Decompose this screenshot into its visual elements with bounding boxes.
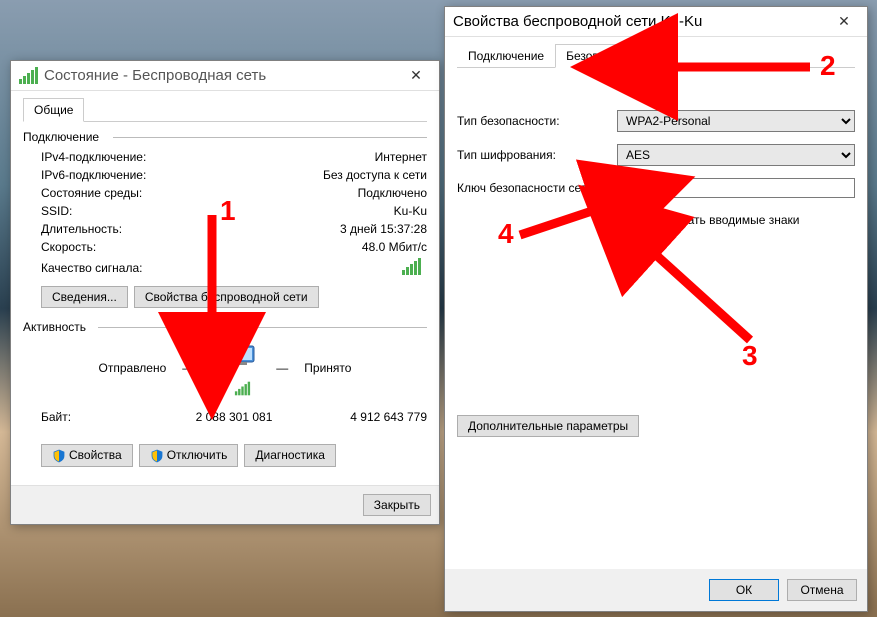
- shield-icon: [150, 449, 164, 463]
- network-key-input[interactable]: [617, 178, 855, 198]
- props-title: Свойства беспроводной сети Ku-Ku: [453, 13, 829, 30]
- close-icon[interactable]: ✕: [401, 66, 431, 86]
- encryption-label: Тип шифрования:: [457, 148, 617, 162]
- wireless-properties-button[interactable]: Свойства беспроводной сети: [134, 286, 319, 308]
- bytes-label: Байт:: [41, 410, 170, 424]
- ssid-label: SSID:: [41, 204, 394, 218]
- ipv6-value: Без доступа к сети: [323, 168, 427, 182]
- media-label: Состояние среды:: [41, 186, 358, 200]
- ipv4-value: Интернет: [375, 150, 427, 164]
- ok-button[interactable]: ОК: [709, 579, 779, 601]
- ipv4-label: IPv4-подключение:: [41, 150, 375, 164]
- props-tabs: Подключение Безопасность: [457, 43, 855, 68]
- props-titlebar: Свойства беспроводной сети Ku-Ku ✕: [445, 7, 867, 37]
- bytes-received: 4 912 643 779: [298, 410, 427, 424]
- details-button[interactable]: Сведения...: [41, 286, 128, 308]
- close-icon[interactable]: ✕: [829, 12, 859, 32]
- encryption-select[interactable]: AES: [617, 144, 855, 166]
- security-type-label: Тип безопасности:: [457, 114, 617, 128]
- signal-quality-icon: [402, 258, 427, 278]
- close-button[interactable]: Закрыть: [363, 494, 431, 516]
- sent-label: Отправлено: [99, 361, 167, 375]
- status-title: Состояние - Беспроводная сеть: [44, 67, 401, 84]
- dash-icon: —: [276, 361, 288, 375]
- diagnose-button[interactable]: Диагностика: [244, 444, 336, 467]
- duration-value: 3 дней 15:37:28: [340, 222, 427, 236]
- ipv6-label: IPv6-подключение:: [41, 168, 323, 182]
- status-titlebar: Состояние - Беспроводная сеть ✕: [11, 61, 439, 91]
- shield-icon: [52, 449, 66, 463]
- ssid-value: Ku-Ku: [394, 204, 427, 218]
- show-characters-label: Отображать вводимые знаки: [638, 213, 799, 227]
- disable-button[interactable]: Отключить: [139, 444, 239, 467]
- signal-quality-label: Качество сигнала:: [41, 261, 402, 275]
- group-activity: Активность: [23, 320, 427, 334]
- cancel-button[interactable]: Отмена: [787, 579, 857, 601]
- dash-icon: —: [182, 361, 194, 375]
- tab-connection[interactable]: Подключение: [457, 44, 555, 68]
- status-tabs: Общие: [23, 97, 427, 122]
- advanced-params-button[interactable]: Дополнительные параметры: [457, 415, 639, 437]
- show-characters-checkbox[interactable]: [621, 213, 634, 226]
- wifi-signal-icon: [19, 67, 38, 84]
- speed-value: 48.0 Мбит/с: [362, 240, 427, 254]
- tab-security[interactable]: Безопасность: [555, 44, 654, 68]
- received-label: Принято: [304, 361, 351, 375]
- group-connection: Подключение: [23, 130, 427, 144]
- properties-button[interactable]: Свойства: [41, 444, 133, 467]
- speed-label: Скорость:: [41, 240, 362, 254]
- bytes-sent: 2 088 301 081: [170, 410, 299, 424]
- duration-label: Длительность:: [41, 222, 340, 236]
- activity-signal-icon: [235, 382, 250, 396]
- network-key-label: Ключ безопасности сети: [457, 181, 617, 195]
- tab-general[interactable]: Общие: [23, 98, 84, 122]
- media-value: Подключено: [358, 186, 427, 200]
- security-type-select[interactable]: WPA2-Personal: [617, 110, 855, 132]
